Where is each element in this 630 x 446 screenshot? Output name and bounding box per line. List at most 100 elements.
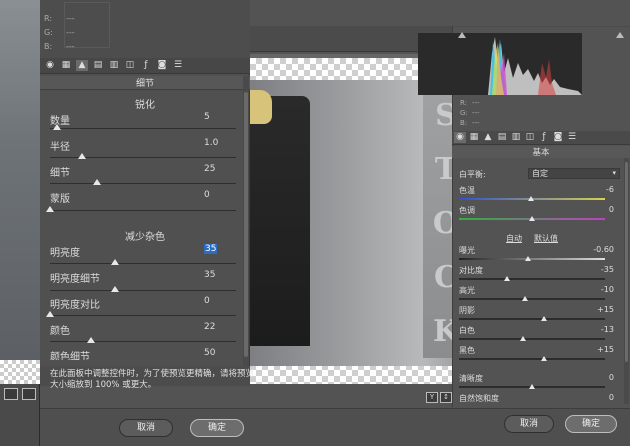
slider-thumb[interactable] xyxy=(111,259,120,265)
slider-label: 半径 xyxy=(50,142,70,153)
slider-track[interactable] xyxy=(459,298,605,300)
slider-thumb[interactable] xyxy=(504,276,511,281)
cancel-button-left[interactable]: 取消 xyxy=(119,419,173,437)
detail-scrollbar-thumb[interactable] xyxy=(244,92,248,357)
before-after-y-icon[interactable]: Y xyxy=(426,392,438,403)
slider-track[interactable] xyxy=(50,315,236,316)
slider-value[interactable]: 25 xyxy=(204,164,215,174)
slider-label: 明亮度细节 xyxy=(50,274,100,285)
slider-track[interactable] xyxy=(50,341,236,342)
readout-r-label: R: xyxy=(44,14,53,23)
slider-value[interactable]: -13 xyxy=(574,325,614,334)
tab-lens-icon[interactable]: ◫ xyxy=(124,60,136,71)
tab-camera-icon[interactable]: ◙ xyxy=(156,60,168,71)
slider-track[interactable] xyxy=(50,183,236,184)
strip-photo xyxy=(0,0,40,360)
slider-value[interactable]: 35 xyxy=(204,270,215,280)
slider-value[interactable]: 0 xyxy=(204,296,210,306)
slider-track[interactable] xyxy=(50,290,236,291)
slider-thumb[interactable] xyxy=(521,296,528,301)
slider-value[interactable]: -35 xyxy=(574,265,614,274)
slider-value[interactable]: -10 xyxy=(574,285,614,294)
chevron-down-icon: ▾ xyxy=(612,169,616,177)
slider-value[interactable]: 0 xyxy=(574,205,614,214)
tab-camera-icon[interactable]: ◙ xyxy=(552,132,564,143)
histogram xyxy=(418,33,582,95)
slider-label: 白色 xyxy=(459,326,475,335)
tab-tone-curve-icon[interactable]: ▦ xyxy=(60,60,72,71)
slider-thumb[interactable] xyxy=(46,311,54,317)
slider-track[interactable] xyxy=(459,318,605,320)
slider-value[interactable]: -6 xyxy=(574,185,614,194)
readout-b-value: --- xyxy=(66,42,75,51)
slider-value[interactable]: +15 xyxy=(574,345,614,354)
zoom-icon[interactable] xyxy=(4,388,18,400)
tab-detail-icon[interactable]: ▲ xyxy=(482,132,494,143)
slider-value[interactable]: 5 xyxy=(204,112,210,122)
tab-presets-icon[interactable]: ☰ xyxy=(172,60,184,71)
tab-presets-icon[interactable]: ☰ xyxy=(566,132,578,143)
camera-raw-dialog: S T O C K Y ↕ ◧ ≡ R: --- G: --- B: --- ◉… xyxy=(40,0,630,446)
tab-split-toning-icon[interactable]: ▥ xyxy=(510,132,522,143)
slider-track[interactable] xyxy=(50,128,236,129)
white-balance-label: 白平衡: xyxy=(459,170,486,179)
ok-button-right[interactable]: 确定 xyxy=(565,415,617,433)
slider-track[interactable] xyxy=(50,210,236,211)
tab-tone-curve-icon[interactable]: ▦ xyxy=(468,132,480,143)
basic-scrollbar-thumb[interactable] xyxy=(625,162,628,362)
highlight-clipping-warning-icon[interactable] xyxy=(616,32,624,38)
slider-label: 曝光 xyxy=(459,246,475,255)
preview-zoom-hint: 在此面板中调整控件时，为了使预览更精确，请将预览大小缩放到 100% 或更大。 xyxy=(50,369,255,390)
shadow-clipping-warning-icon[interactable] xyxy=(458,32,466,38)
tab-hsl-icon[interactable]: ▤ xyxy=(92,60,104,71)
slider-track[interactable] xyxy=(459,258,605,260)
tab-fx-icon[interactable]: ƒ xyxy=(538,132,550,143)
slider-value[interactable]: 22 xyxy=(204,322,215,332)
tab-hsl-icon[interactable]: ▤ xyxy=(496,132,508,143)
slider-value[interactable]: -0.60 xyxy=(574,245,614,254)
slider-value[interactable]: 0 xyxy=(574,393,614,402)
slider-track[interactable] xyxy=(459,278,605,280)
slider-thumb[interactable] xyxy=(86,337,95,343)
slider-thumb[interactable] xyxy=(92,179,101,185)
auto-link[interactable]: 自动 xyxy=(506,233,522,244)
tab-basic-aperture-icon[interactable]: ◉ xyxy=(454,132,466,143)
slider-thumb[interactable] xyxy=(527,196,534,201)
right-panel-tabs: ◉ ▦ ▲ ▤ ▥ ◫ ƒ ◙ ☰ xyxy=(452,131,630,145)
slider-thumb[interactable] xyxy=(540,356,547,361)
slider-value[interactable]: +15 xyxy=(574,305,614,314)
slider-thumb[interactable] xyxy=(540,316,547,321)
slider-value[interactable]: 1.0 xyxy=(204,138,218,148)
readout-g-label: G: xyxy=(44,28,53,37)
tab-basic-aperture-icon[interactable]: ◉ xyxy=(44,60,56,71)
slider-label: 明亮度对比 xyxy=(50,300,100,311)
slider-thumb[interactable] xyxy=(529,216,535,221)
slider-thumb[interactable] xyxy=(524,256,531,261)
tab-fx-icon[interactable]: ƒ xyxy=(140,60,152,71)
slider-label: 阴影 xyxy=(459,306,475,315)
tab-lens-icon[interactable]: ◫ xyxy=(524,132,536,143)
slider-value[interactable]: 0 xyxy=(574,373,614,382)
slider-value[interactable]: 50 xyxy=(204,348,215,358)
slider-track[interactable] xyxy=(459,358,605,360)
settings-sliders-icon[interactable] xyxy=(22,388,36,400)
slider-track[interactable] xyxy=(459,338,605,340)
cancel-button-right[interactable]: 取消 xyxy=(504,415,554,433)
tab-split-toning-icon[interactable]: ▥ xyxy=(108,60,120,71)
slider-thumb[interactable] xyxy=(46,206,54,212)
slider-value[interactable]: 35 xyxy=(204,244,218,254)
slider-label: 色温 xyxy=(459,186,475,195)
swap-icon[interactable]: ↕ xyxy=(440,392,452,403)
default-link[interactable]: 默认值 xyxy=(534,233,558,244)
tab-detail-icon[interactable]: ▲ xyxy=(76,60,88,71)
ok-button-left[interactable]: 确定 xyxy=(190,419,244,437)
white-balance-select[interactable]: 自定 ▾ xyxy=(528,168,620,179)
slider-thumb[interactable] xyxy=(520,336,527,341)
slider-track[interactable] xyxy=(50,263,236,264)
color-detail-slider[interactable]: 颜色细节 50 xyxy=(40,346,240,360)
slider-thumb[interactable] xyxy=(111,286,120,292)
slider-thumb[interactable] xyxy=(529,384,535,389)
slider-value[interactable]: 0 xyxy=(204,190,210,200)
slider-thumb[interactable] xyxy=(53,124,62,130)
slider-thumb[interactable] xyxy=(77,153,86,159)
